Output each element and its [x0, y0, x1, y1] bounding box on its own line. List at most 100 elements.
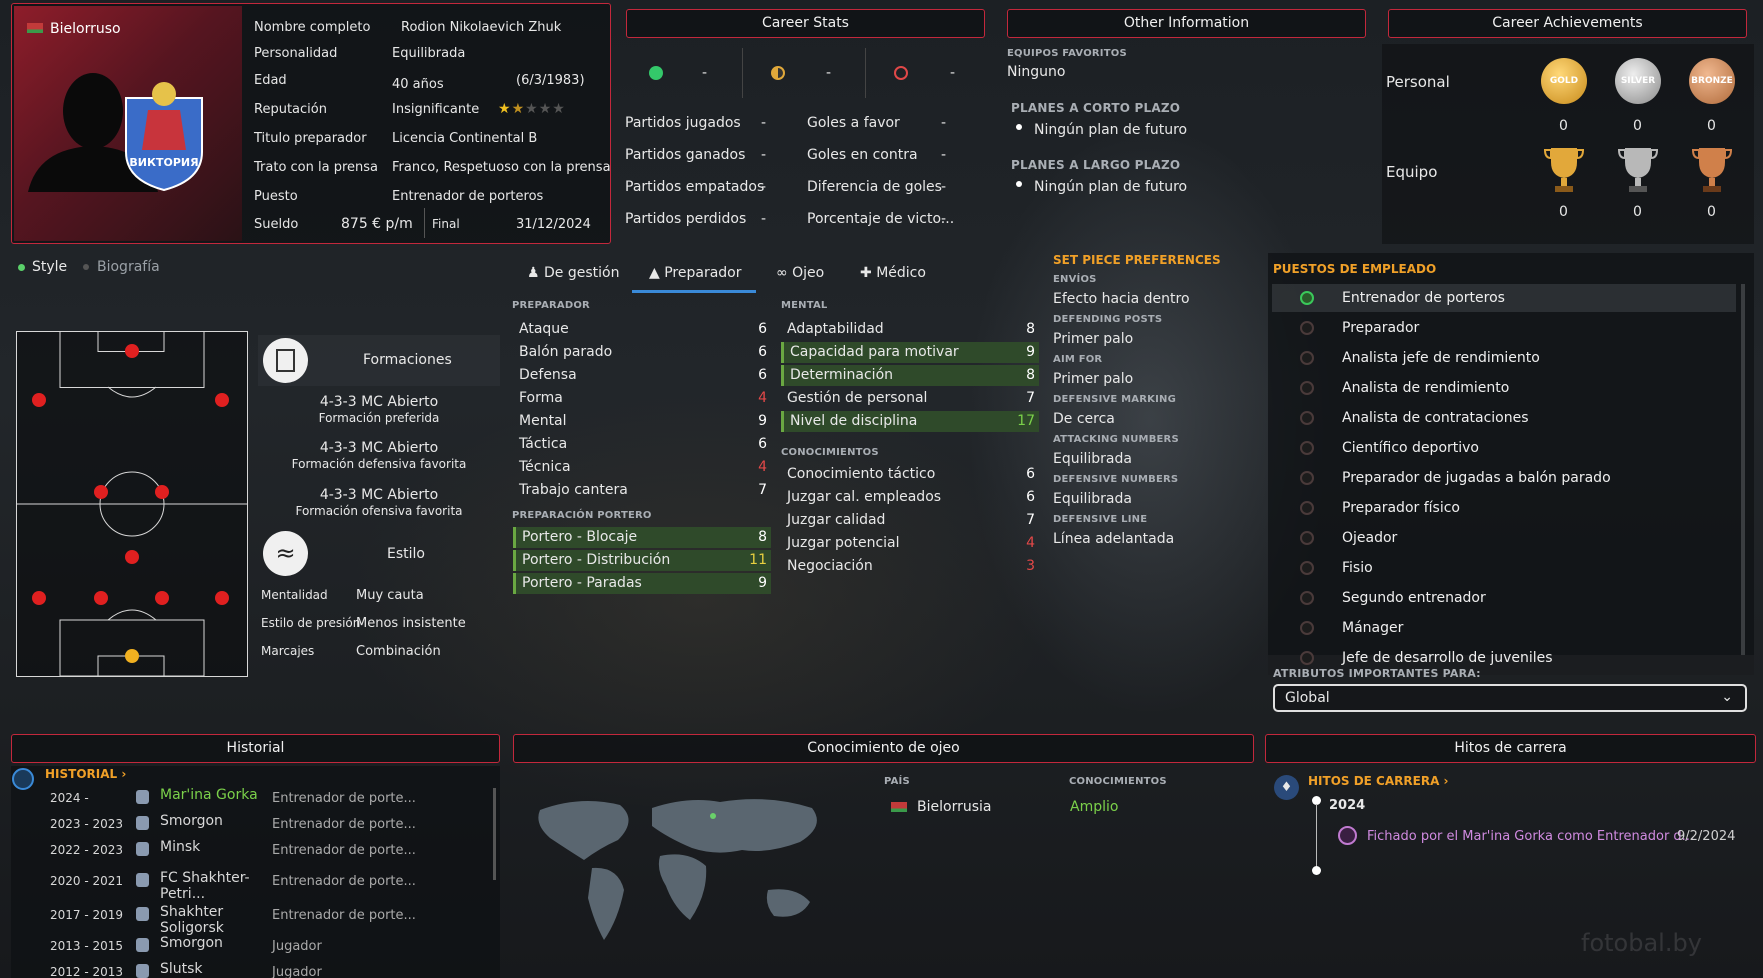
attribute-row: Defensa 6: [513, 365, 771, 386]
set-piece-label: DEFENSIVE NUMBERS: [1053, 474, 1179, 485]
binoculars-icon: ∞: [776, 265, 793, 281]
bullet-icon: [1016, 124, 1022, 130]
scout-knowledge-label: CONOCIMIENTOS: [1069, 776, 1167, 787]
role-item[interactable]: Segundo entrenador: [1342, 584, 1486, 612]
history-scrollbar[interactable]: [493, 788, 496, 880]
history-icon[interactable]: [12, 768, 34, 790]
profile-field-value: 40 años: [392, 77, 444, 92]
role-icon: [1300, 381, 1314, 395]
long-plans-label: PLANES A LARGO PLAZO: [1011, 158, 1181, 172]
bronze-trophy-icon: [1691, 148, 1733, 192]
role-item[interactable]: Analista de rendimiento: [1342, 374, 1509, 402]
player-marker: [155, 485, 169, 499]
achievements-header[interactable]: Career Achievements: [1388, 9, 1747, 38]
history-club[interactable]: FC Shakhter-Petri...: [160, 870, 262, 902]
history-club[interactable]: Shakhter Soligorsk: [160, 904, 262, 936]
personal-silver-count: 0: [1633, 118, 1642, 134]
role-item[interactable]: Fisio: [1342, 554, 1373, 582]
scout-knowledge-value: Amplio: [1070, 799, 1119, 815]
role-item[interactable]: Preparador físico: [1342, 494, 1460, 522]
attribute-label: Forma: [519, 390, 563, 406]
attribute-label: Defensa: [519, 367, 577, 383]
silver-trophy-icon: [1617, 148, 1659, 192]
cone-icon: ▲: [649, 265, 665, 281]
career-stats-header[interactable]: Career Stats: [626, 9, 985, 38]
attribute-label: Juzgar calidad: [787, 512, 886, 528]
dna-icon: ≈: [263, 531, 308, 576]
history-role: Entrenador de porte...: [272, 908, 416, 923]
role-icon: [1300, 351, 1314, 365]
attribute-row: Nivel de disciplina 17: [781, 411, 1039, 432]
goalkeeper-marker: [125, 649, 139, 663]
role-item[interactable]: Jefe de desarrollo de juveniles: [1342, 644, 1553, 672]
chevron-down-icon: ⌄: [1721, 689, 1733, 705]
history-club[interactable]: Minsk: [160, 839, 262, 855]
attribute-row: Portero - Paradas 9: [513, 573, 771, 594]
milestones-header[interactable]: Hitos de carrera: [1265, 734, 1756, 763]
club-badge-icon: [136, 842, 149, 856]
profile-field-value: Franco, Respetuoso con la prensa: [392, 160, 611, 175]
attribute-row: Ataque 6: [513, 319, 771, 340]
scout-header[interactable]: Conocimiento de ojeo: [513, 734, 1254, 763]
long-plans-value: Ningún plan de futuro: [1034, 179, 1188, 195]
attribute-label: Portero - Paradas: [522, 575, 642, 591]
tab-gestion[interactable]: ♟ De gestión: [527, 265, 619, 281]
attribute-label: Nivel de disciplina: [790, 413, 918, 429]
history-club[interactable]: Mar'ina Gorka: [160, 787, 262, 803]
history-club[interactable]: Smorgon: [160, 935, 262, 951]
history-club[interactable]: Slutsk: [160, 961, 262, 977]
attrs-select[interactable]: Global ⌄: [1273, 684, 1747, 712]
nationality: Bielorruso: [50, 21, 121, 37]
role-item[interactable]: Analista de contrataciones: [1342, 404, 1529, 432]
role-item[interactable]: Ojeador: [1342, 524, 1397, 552]
role-item[interactable]: Preparador de jugadas a balón parado: [1342, 464, 1611, 492]
stat-label: Partidos ganados: [625, 147, 746, 163]
role-item[interactable]: Entrenador de porteros: [1342, 284, 1505, 312]
attribute-row: Portero - Distribución 11: [513, 550, 771, 571]
stat-value: -: [761, 147, 767, 163]
history-header[interactable]: Historial: [11, 734, 500, 763]
club-badge-icon: [136, 790, 149, 804]
profile-field-label: Trato con la prensa: [254, 160, 378, 175]
short-plans-value: Ningún plan de futuro: [1034, 122, 1188, 138]
attribute-label: Juzgar cal. empleados: [787, 489, 942, 505]
role-item[interactable]: Mánager: [1342, 614, 1403, 642]
tab-style[interactable]: Style: [32, 259, 67, 275]
profile-field-label: Titulo preparador: [254, 131, 367, 146]
roles-scrollbar[interactable]: [1741, 284, 1745, 659]
other-info-header[interactable]: Other Information: [1007, 9, 1366, 38]
role-icon: [1300, 561, 1314, 575]
stat-value: -: [761, 115, 767, 131]
tab-biography[interactable]: Biografía: [97, 259, 160, 275]
history-years: 2017 - 2019: [50, 908, 124, 922]
stat-label: Partidos perdidos: [625, 211, 747, 227]
tab-medico[interactable]: ✚ Médico: [860, 265, 926, 281]
role-item[interactable]: Preparador: [1342, 314, 1419, 342]
set-piece-label: ATTACKING NUMBERS: [1053, 434, 1179, 445]
role-item[interactable]: Analista jefe de rendimiento: [1342, 344, 1540, 372]
role-item[interactable]: Científico deportivo: [1342, 434, 1479, 462]
set-piece-value: Primer palo: [1053, 371, 1134, 387]
attribute-row: Juzgar calidad 7: [781, 510, 1039, 531]
attribute-value: 6: [758, 344, 767, 360]
tab-preparador[interactable]: ▲ Preparador: [649, 265, 742, 281]
milestone-text[interactable]: Fichado por el Mar'ina Gorka como Entren…: [1367, 829, 1694, 844]
attribute-value: 4: [1026, 535, 1035, 551]
history-link[interactable]: HISTORIAL ›: [45, 767, 126, 781]
draws-value: -: [826, 65, 832, 81]
milestones-link[interactable]: HITOS DE CARRERA ›: [1308, 774, 1448, 788]
stat-label: Diferencia de goles: [807, 179, 942, 195]
attribute-value: 8: [1026, 367, 1035, 383]
tab-ojeo[interactable]: ∞ Ojeo: [776, 265, 824, 281]
stat-label: Goles a favor: [807, 115, 900, 131]
contract-end-date: 31/12/2024: [516, 217, 591, 232]
attribute-value: 6: [1026, 466, 1035, 482]
history-club[interactable]: Smorgon: [160, 813, 262, 829]
club-badge-icon: [136, 873, 149, 887]
style-title: Estilo: [387, 546, 425, 562]
tab-indicator: [83, 264, 89, 270]
bronze-medal-icon: BRONZE: [1689, 58, 1735, 104]
formation-desc: Formación ofensiva favorita: [295, 504, 463, 518]
history-role: Entrenador de porte...: [272, 791, 416, 806]
style-value: Menos insistente: [356, 616, 466, 631]
